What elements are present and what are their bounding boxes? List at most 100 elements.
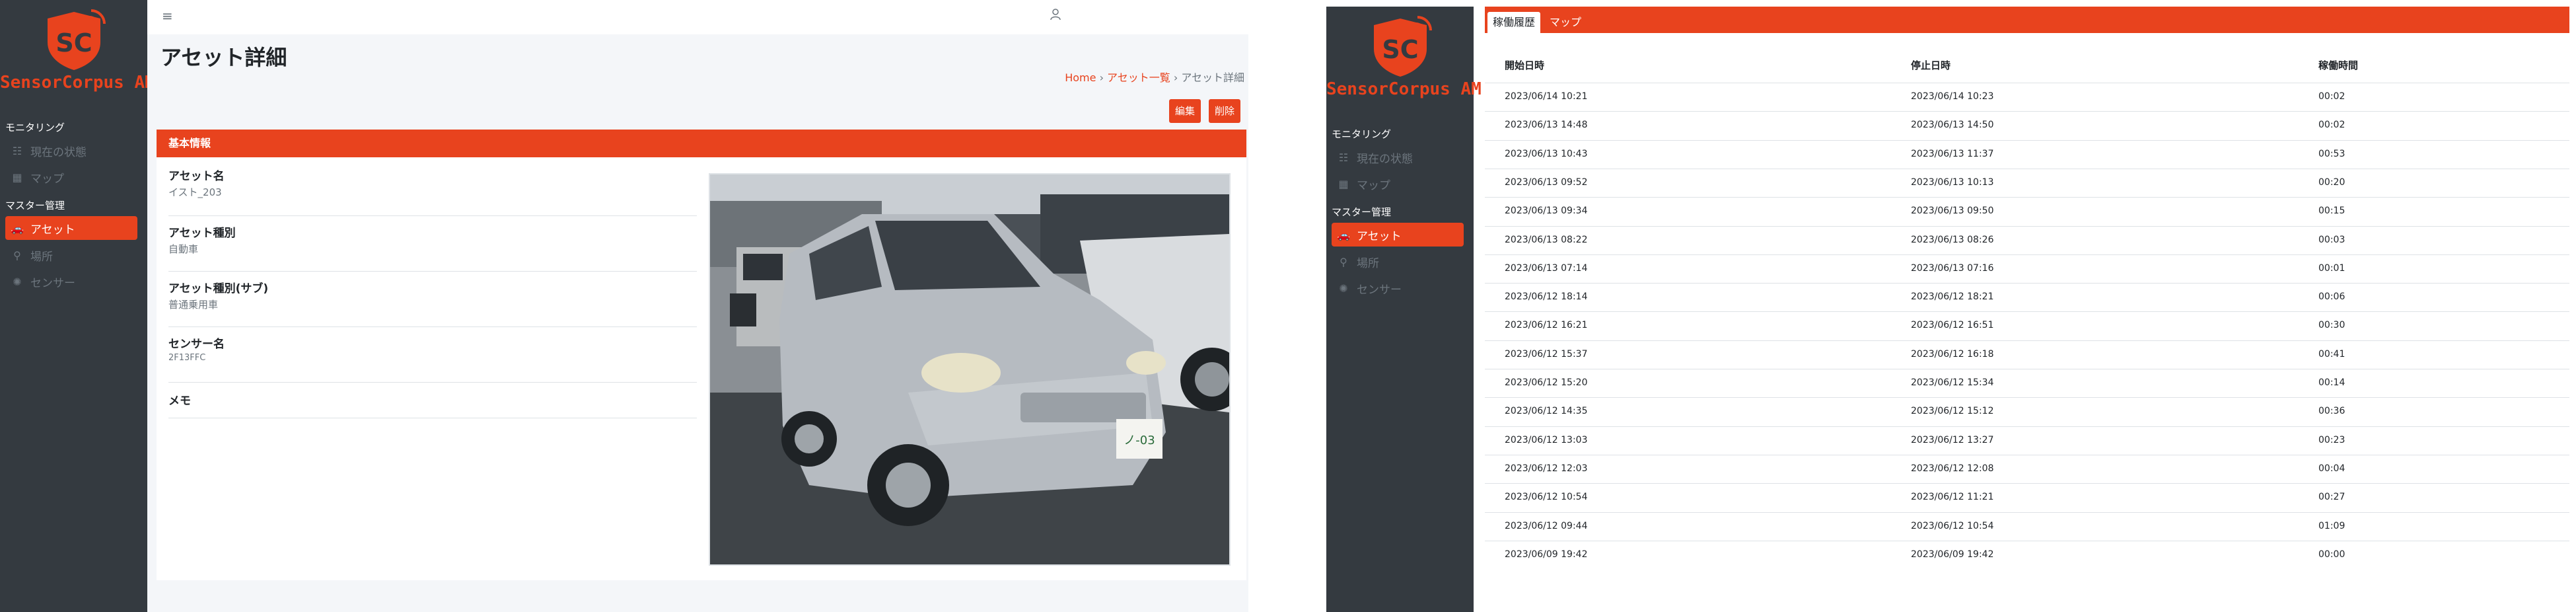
cell-duration: 00:20	[2318, 176, 2345, 188]
table-row: 2023/06/12 10:54 2023/06/12 11:21 00:27	[1485, 483, 2569, 510]
cell-start: 2023/06/12 15:37	[1505, 348, 1588, 360]
sidebar-item-location[interactable]: ⚲ 場所	[1332, 250, 1464, 274]
cell-stop: 2023/06/12 13:27	[1911, 434, 1994, 445]
cell-stop: 2023/06/12 16:18	[1911, 348, 1994, 360]
table-row: 2023/06/13 09:34 2023/06/13 09:50 00:15	[1485, 197, 2569, 224]
cell-start: 2023/06/12 15:20	[1505, 377, 1588, 388]
list-icon: ☷	[1338, 151, 1349, 164]
cell-stop: 2023/06/13 11:37	[1911, 148, 1994, 159]
sidebar-item-sensor[interactable]: ✺ センサー	[1332, 276, 1464, 300]
cell-duration: 00:30	[2318, 320, 2345, 331]
cell-start: 2023/06/13 07:14	[1505, 262, 1588, 274]
cell-stop: 2023/06/12 18:21	[1911, 291, 1994, 303]
cell-duration: 00:36	[2318, 406, 2345, 417]
cell-duration: 01:09	[2318, 520, 2345, 531]
table-row: 2023/06/13 14:48 2023/06/13 14:50 00:02	[1485, 111, 2569, 138]
table-row: 2023/06/13 10:43 2023/06/13 11:37 00:53	[1485, 139, 2569, 167]
brand-logo[interactable]: SC SensorCorpus AM	[1326, 16, 1482, 102]
car-icon: 🚗	[11, 221, 24, 235]
cell-stop: 2023/06/12 15:12	[1911, 406, 1994, 417]
nav-header-monitoring: モニタリング	[5, 122, 65, 134]
nav-header-monitoring: モニタリング	[1332, 128, 1392, 140]
cell-stop: 2023/06/09 19:42	[1911, 549, 1994, 560]
table-row: 2023/06/12 12:03 2023/06/12 12:08 00:04	[1485, 454, 2569, 482]
car-icon: 🚗	[1337, 228, 1350, 241]
field-sensor-name: センサー名 2F13FFC	[168, 334, 697, 383]
asset-detail-panel: SC SensorCorpus AM モニタリング ☷ 現在の状態 ▦ マップ マス…	[0, 0, 1248, 612]
brand-logo[interactable]: SC SensorCorpus AM	[0, 9, 155, 95]
cell-start: 2023/06/12 18:14	[1505, 291, 1588, 303]
user-icon[interactable]	[1050, 9, 1061, 24]
brand-name: SensorCorpus AM	[0, 73, 155, 93]
table-row: 2023/06/12 15:37 2023/06/12 16:18 00:41	[1485, 340, 2569, 367]
cell-start: 2023/06/13 09:34	[1505, 206, 1588, 217]
cell-duration: 00:04	[2318, 463, 2345, 474]
location-pin-icon: ⚲	[1340, 255, 1347, 268]
brand-logo-icon: SC	[1373, 16, 1432, 77]
sidebar-item-label: 場所	[30, 250, 53, 264]
edit-button[interactable]: 編集	[1169, 99, 1201, 123]
cell-start: 2023/06/13 10:43	[1505, 148, 1588, 159]
breadcrumb-home-link[interactable]: Home	[1065, 71, 1096, 84]
cell-stop: 2023/06/12 10:54	[1911, 520, 1994, 531]
cell-stop: 2023/06/12 11:21	[1911, 492, 1994, 503]
cell-stop: 2023/06/12 16:51	[1911, 320, 1994, 331]
field-memo: メモ	[168, 391, 697, 418]
sidebar-item-map[interactable]: ▦ マップ	[1332, 172, 1464, 196]
tab-map[interactable]: マップ	[1544, 12, 1587, 33]
column-header-stop: 停止日時	[1911, 59, 1951, 71]
sidebar: SC SensorCorpus AM モニタリング ☷ 現在の状態 ▦ マップ マス…	[1326, 7, 1482, 612]
hamburger-icon[interactable]: ≡	[162, 8, 173, 24]
table-row: 2023/06/14 10:21 2023/06/14 10:23 00:02	[1485, 83, 2569, 110]
cell-duration: 00:01	[2318, 262, 2345, 274]
sidebar-item-label: マップ	[1357, 178, 1390, 192]
cell-start: 2023/06/12 12:03	[1505, 463, 1588, 474]
cell-duration: 00:00	[2318, 549, 2345, 560]
basic-info-card: 基本情報 アセット名 イスト_203 アセット種別 自動車 アセット種別(サブ) 普通…	[157, 130, 1246, 580]
field-asset-subtype: アセット種別(サブ) 普通乗用車	[168, 279, 697, 327]
field-asset-name: アセット名 イスト_203	[168, 167, 697, 216]
sidebar-item-asset[interactable]: 🚗 アセット	[5, 216, 137, 240]
cell-stop: 2023/06/12 12:08	[1911, 463, 1994, 474]
sidebar-item-label: 場所	[1357, 256, 1379, 270]
breadcrumb: Home › アセット一覧 › アセット詳細	[1065, 71, 1244, 84]
sidebar-item-asset[interactable]: 🚗 アセット	[1332, 223, 1464, 247]
table-row: 2023/06/12 16:21 2023/06/12 16:51 00:30	[1485, 311, 2569, 338]
tab-operation-history[interactable]: 稼働履歴	[1487, 12, 1541, 33]
column-header-start: 開始日時	[1505, 59, 1545, 71]
page-title: アセット詳細	[161, 45, 287, 70]
sidebar-item-location[interactable]: ⚲ 場所	[5, 243, 137, 267]
breadcrumb-asset-list-link[interactable]: アセット一覧	[1107, 71, 1170, 84]
table-row: 2023/06/12 14:35 2023/06/12 15:12 00:36	[1485, 397, 2569, 424]
cell-stop: 2023/06/13 10:13	[1911, 176, 1994, 188]
sidebar-item-label: 現在の状態	[1357, 152, 1413, 166]
sensor-icon: ✺	[1339, 282, 1348, 295]
column-header-duration: 稼働時間	[2318, 59, 2359, 71]
cell-start: 2023/06/12 09:44	[1505, 520, 1588, 531]
license-plate-text: ノ-03	[1124, 434, 1155, 447]
map-icon: ▦	[1338, 177, 1349, 190]
brand-logo-icon: SC	[47, 9, 106, 70]
svg-text:SC: SC	[55, 28, 92, 57]
cell-start: 2023/06/12 16:21	[1505, 320, 1588, 331]
delete-button[interactable]: 削除	[1209, 99, 1241, 123]
cell-start: 2023/06/12 10:54	[1505, 492, 1588, 503]
field-asset-type: アセット種別 自動車	[168, 223, 697, 272]
svg-text:SC: SC	[1382, 35, 1418, 64]
table-row: 2023/06/13 09:52 2023/06/13 10:13 00:20	[1485, 168, 2569, 196]
cell-duration: 00:06	[2318, 291, 2345, 303]
table-row: 2023/06/12 15:20 2023/06/12 15:34 00:14	[1485, 369, 2569, 396]
breadcrumb-current: アセット詳細	[1181, 71, 1244, 84]
table-row: 2023/06/13 08:22 2023/06/13 08:26 00:03	[1485, 225, 2569, 253]
cell-start: 2023/06/12 13:03	[1505, 434, 1588, 445]
card-header: 基本情報	[157, 130, 1246, 157]
sidebar-item-sensor[interactable]: ✺ センサー	[5, 270, 137, 293]
sidebar-item-current-status[interactable]: ☷ 現在の状態	[5, 139, 137, 163]
sidebar-item-map[interactable]: ▦ マップ	[5, 165, 137, 189]
cell-start: 2023/06/14 10:21	[1505, 91, 1588, 102]
main-content: アセット詳細 Home › アセット一覧 › アセット詳細 編集 削除 基本情報…	[147, 34, 1248, 612]
table-row: 2023/06/12 13:03 2023/06/12 13:27 00:23	[1485, 426, 2569, 453]
cell-duration: 00:23	[2318, 434, 2345, 445]
cell-duration: 00:14	[2318, 377, 2345, 388]
sidebar-item-current-status[interactable]: ☷ 現在の状態	[1332, 145, 1464, 169]
